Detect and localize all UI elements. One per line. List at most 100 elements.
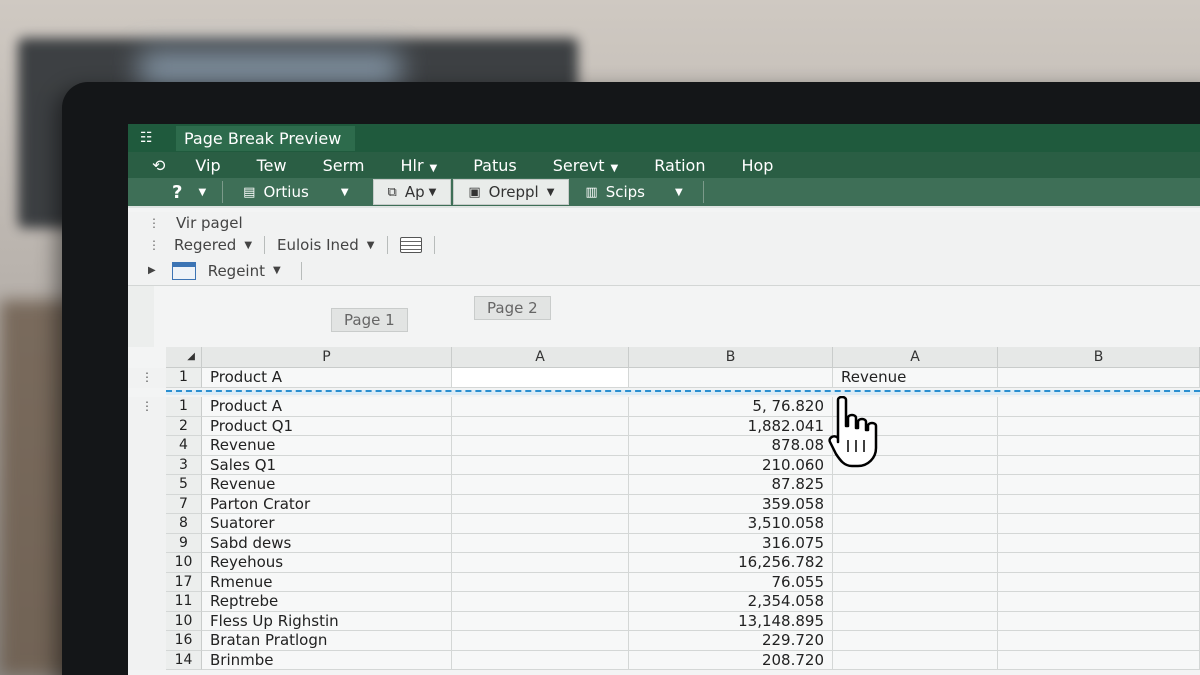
grid-cell[interactable] xyxy=(833,475,998,495)
scips-dropdown[interactable]: ▥ Scips ▼ xyxy=(571,179,696,205)
page-2-label[interactable]: Page 2 xyxy=(474,296,551,320)
grid-cell[interactable]: Suatorer xyxy=(202,514,452,534)
grid-cell[interactable] xyxy=(833,611,998,631)
grid-cell[interactable]: Revenue xyxy=(202,436,452,456)
grid-cell[interactable] xyxy=(452,611,629,631)
grid-cell[interactable] xyxy=(833,592,998,612)
grid-cell[interactable]: 13,148.895 xyxy=(629,611,833,631)
grid-icon[interactable]: ☷ xyxy=(140,130,160,146)
grid-cell[interactable]: Sabd dews xyxy=(202,533,452,553)
menu-item[interactable]: Serm xyxy=(323,156,365,175)
row-number[interactable]: 8 xyxy=(166,514,202,534)
grid-cell[interactable] xyxy=(998,436,1200,456)
row-number[interactable]: 9 xyxy=(166,533,202,553)
menu-item[interactable]: Patus xyxy=(473,156,516,175)
row-number[interactable]: 1 xyxy=(166,397,202,417)
expand-icon[interactable]: ▶ xyxy=(148,265,156,276)
grid-cell[interactable]: 316.075 xyxy=(629,533,833,553)
ap-dropdown[interactable]: ⧉ Ap ▼ xyxy=(372,179,452,205)
grid-cell[interactable]: 1,882.041 xyxy=(629,416,833,436)
grid-cell[interactable] xyxy=(452,455,629,475)
grid-cell[interactable] xyxy=(833,631,998,651)
grid-cell[interactable] xyxy=(452,572,629,592)
regeint-dropdown[interactable]: Regeint ▼ xyxy=(208,262,281,280)
grid-cell[interactable] xyxy=(998,455,1200,475)
grid-cell[interactable] xyxy=(452,592,629,612)
grid-cell[interactable] xyxy=(452,553,629,573)
row-number[interactable]: 7 xyxy=(166,494,202,514)
grid-cell[interactable]: 16,256.782 xyxy=(629,553,833,573)
grid-cell[interactable]: 878.08 xyxy=(629,436,833,456)
row-number[interactable]: 1 xyxy=(166,368,202,388)
grid-cell[interactable] xyxy=(998,553,1200,573)
grid-cell[interactable]: 359.058 xyxy=(629,494,833,514)
grid-cell[interactable] xyxy=(998,514,1200,534)
view-page-item[interactable]: Vir pagel xyxy=(176,214,243,232)
grid-cell[interactable]: 3,510.058 xyxy=(629,514,833,534)
grid-cell[interactable]: 2,354.058 xyxy=(629,592,833,612)
grid-cell[interactable] xyxy=(452,368,629,388)
list-icon[interactable] xyxy=(399,237,422,253)
grid-cell[interactable] xyxy=(998,611,1200,631)
grid-cell[interactable]: Reyehous xyxy=(202,553,452,573)
grid-cell[interactable]: Fless Up Righstin xyxy=(202,611,452,631)
menu-item[interactable]: Hop xyxy=(741,156,773,175)
grid-cell[interactable] xyxy=(998,368,1200,388)
grid-cell[interactable]: Product A xyxy=(202,368,452,388)
grid-cell[interactable]: Brinmbe xyxy=(202,650,452,670)
menu-item[interactable]: Hlr ▼ xyxy=(400,156,437,175)
row-number[interactable]: 11 xyxy=(166,592,202,612)
row-number[interactable]: 4 xyxy=(166,436,202,456)
grid-cell[interactable]: 208.720 xyxy=(629,650,833,670)
help-dropdown[interactable]: ▼ xyxy=(188,179,216,205)
ortius-dropdown[interactable]: ▤ Ortius ▼ xyxy=(229,179,372,205)
grid-cell[interactable]: Product A xyxy=(202,397,452,417)
grid-cell[interactable] xyxy=(452,494,629,514)
grid-cell[interactable]: Revenue xyxy=(833,368,998,388)
grid-cell[interactable] xyxy=(998,572,1200,592)
grid-cell[interactable] xyxy=(452,533,629,553)
row-number[interactable]: 5 xyxy=(166,475,202,495)
grid-cell[interactable] xyxy=(833,533,998,553)
grid-cell[interactable]: Bratan Pratlogn xyxy=(202,631,452,651)
grid-cell[interactable]: Rmenue xyxy=(202,572,452,592)
grid-cell[interactable]: 87.825 xyxy=(629,475,833,495)
grid-cell[interactable] xyxy=(998,494,1200,514)
page-break-line[interactable] xyxy=(166,390,1200,395)
page-1-label[interactable]: Page 1 xyxy=(331,308,408,332)
grid-cell[interactable] xyxy=(452,416,629,436)
grid-cell[interactable] xyxy=(833,572,998,592)
row-number[interactable]: 10 xyxy=(166,553,202,573)
grid-cell[interactable] xyxy=(452,631,629,651)
column-header[interactable]: B xyxy=(998,347,1200,368)
grid-cell[interactable]: 229.720 xyxy=(629,631,833,651)
grid-cell[interactable]: Reptrebe xyxy=(202,592,452,612)
grid-cell[interactable]: Parton Crator xyxy=(202,494,452,514)
column-header[interactable]: A xyxy=(452,347,629,368)
row-number[interactable]: 14 xyxy=(166,650,202,670)
grid-cell[interactable] xyxy=(833,650,998,670)
grid-cell[interactable] xyxy=(452,436,629,456)
row-number[interactable]: 17 xyxy=(166,572,202,592)
grid-cell[interactable] xyxy=(452,397,629,417)
grid-cell[interactable] xyxy=(998,475,1200,495)
grid-cell[interactable]: 5, 76.820 xyxy=(629,397,833,417)
menu-item[interactable]: Vip xyxy=(195,156,220,175)
grid-cell[interactable] xyxy=(629,368,833,388)
grid-cell[interactable]: 76.055 xyxy=(629,572,833,592)
grid-cell[interactable] xyxy=(452,475,629,495)
grid-cell[interactable]: Sales Q1 xyxy=(202,455,452,475)
regered-dropdown[interactable]: Regered ▼ xyxy=(174,236,252,254)
column-header[interactable]: P xyxy=(202,347,452,368)
refresh-icon[interactable]: ⟲ xyxy=(152,156,165,175)
grid-cell[interactable] xyxy=(998,650,1200,670)
row-number[interactable]: 16 xyxy=(166,631,202,651)
grid-cell[interactable] xyxy=(833,553,998,573)
help-button[interactable]: ? xyxy=(158,179,188,205)
row-number[interactable]: 10 xyxy=(166,611,202,631)
menu-item[interactable]: Serevt ▼ xyxy=(553,156,619,175)
grid-cell[interactable] xyxy=(833,514,998,534)
grid-cell[interactable] xyxy=(452,650,629,670)
menu-item[interactable]: Ration xyxy=(654,156,705,175)
oreppl-dropdown[interactable]: ▣ Oreppl ▼ xyxy=(453,179,570,205)
